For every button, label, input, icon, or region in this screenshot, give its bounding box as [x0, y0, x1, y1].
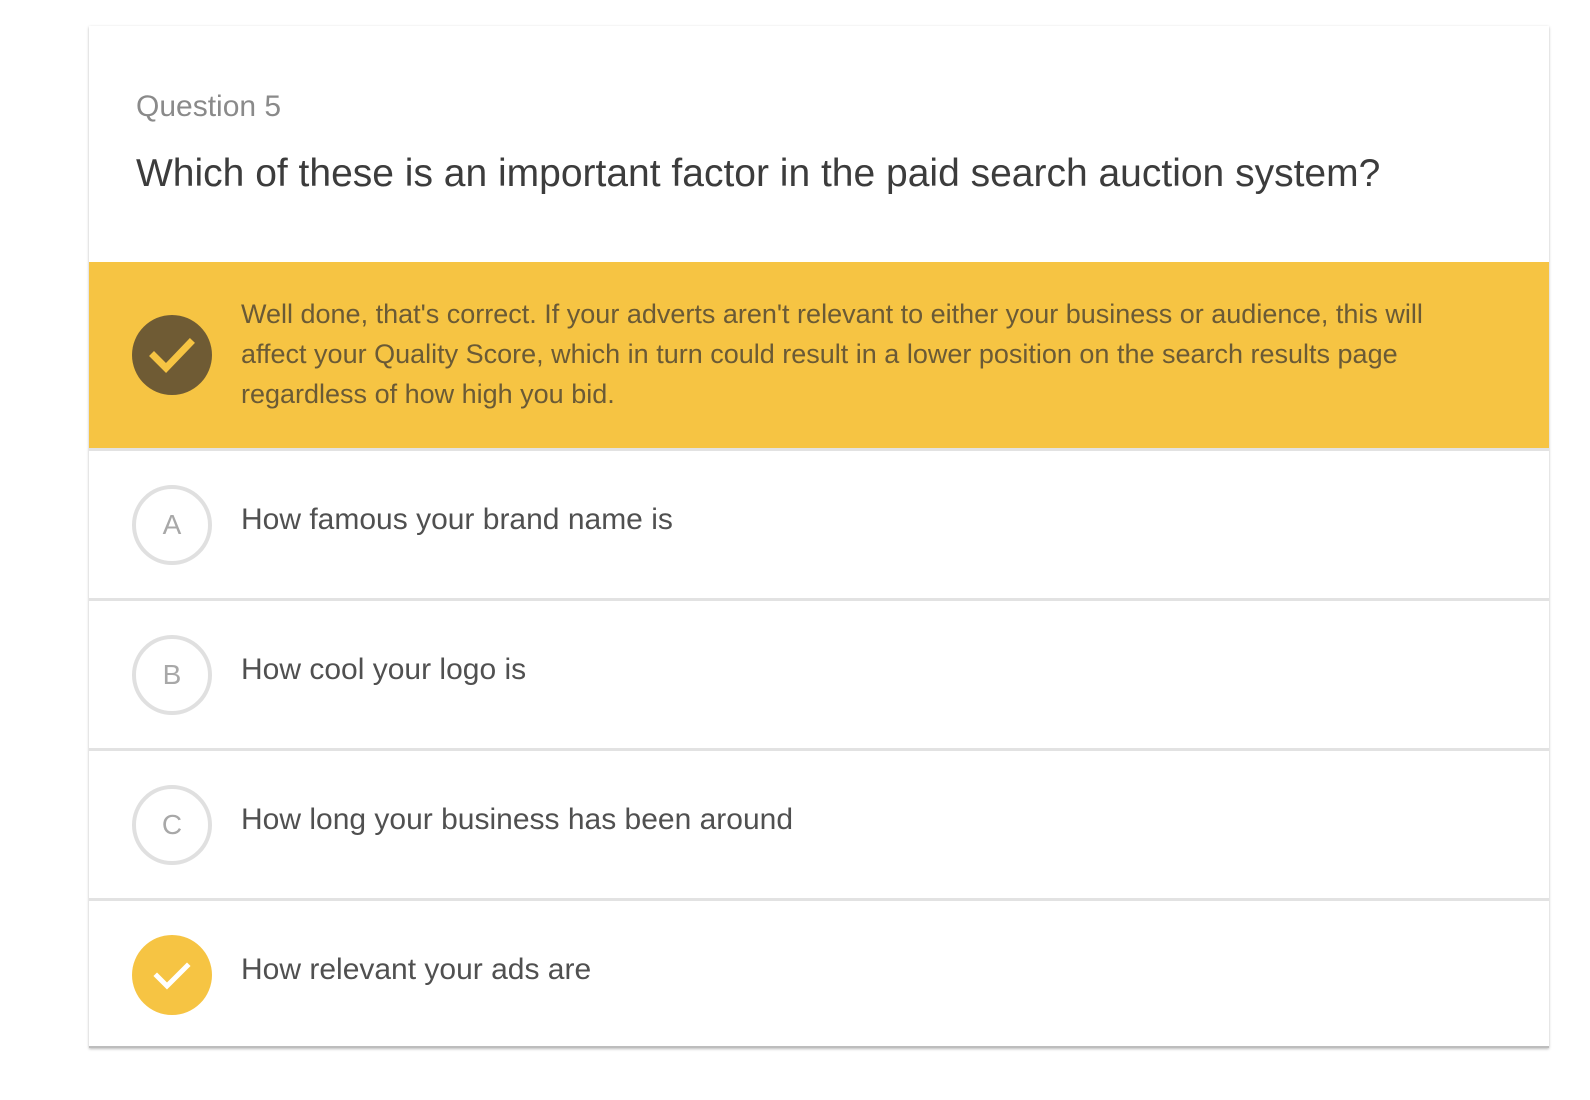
option-letter-c: C: [132, 785, 212, 865]
option-letter-a: A: [132, 485, 212, 565]
answer-option-d[interactable]: How relevant your ads are: [89, 898, 1549, 1046]
check-icon: [132, 935, 212, 1015]
question-number: Question 5: [136, 90, 282, 123]
feedback-text: Well done, that's correct. If your adver…: [241, 299, 1423, 409]
feedback-banner: Well done, that's correct. If your adver…: [89, 262, 1549, 448]
answer-option-c[interactable]: C How long your business has been around: [89, 748, 1549, 896]
option-text-c: How long your business has been around: [241, 803, 794, 836]
question-text: Which of these is an important factor in…: [136, 152, 1381, 195]
option-text-a: How famous your brand name is: [241, 503, 673, 536]
question-header: Question 5 Which of these is an importan…: [89, 26, 1549, 262]
quiz-card: Question 5 Which of these is an importan…: [89, 26, 1549, 1048]
answer-option-a[interactable]: A How famous your brand name is: [89, 448, 1549, 596]
option-text-d: How relevant your ads are: [241, 953, 592, 986]
check-icon: [132, 315, 212, 395]
answer-option-b[interactable]: B How cool your logo is: [89, 598, 1549, 746]
option-text-b: How cool your logo is: [241, 653, 527, 686]
option-letter-b: B: [132, 635, 212, 715]
